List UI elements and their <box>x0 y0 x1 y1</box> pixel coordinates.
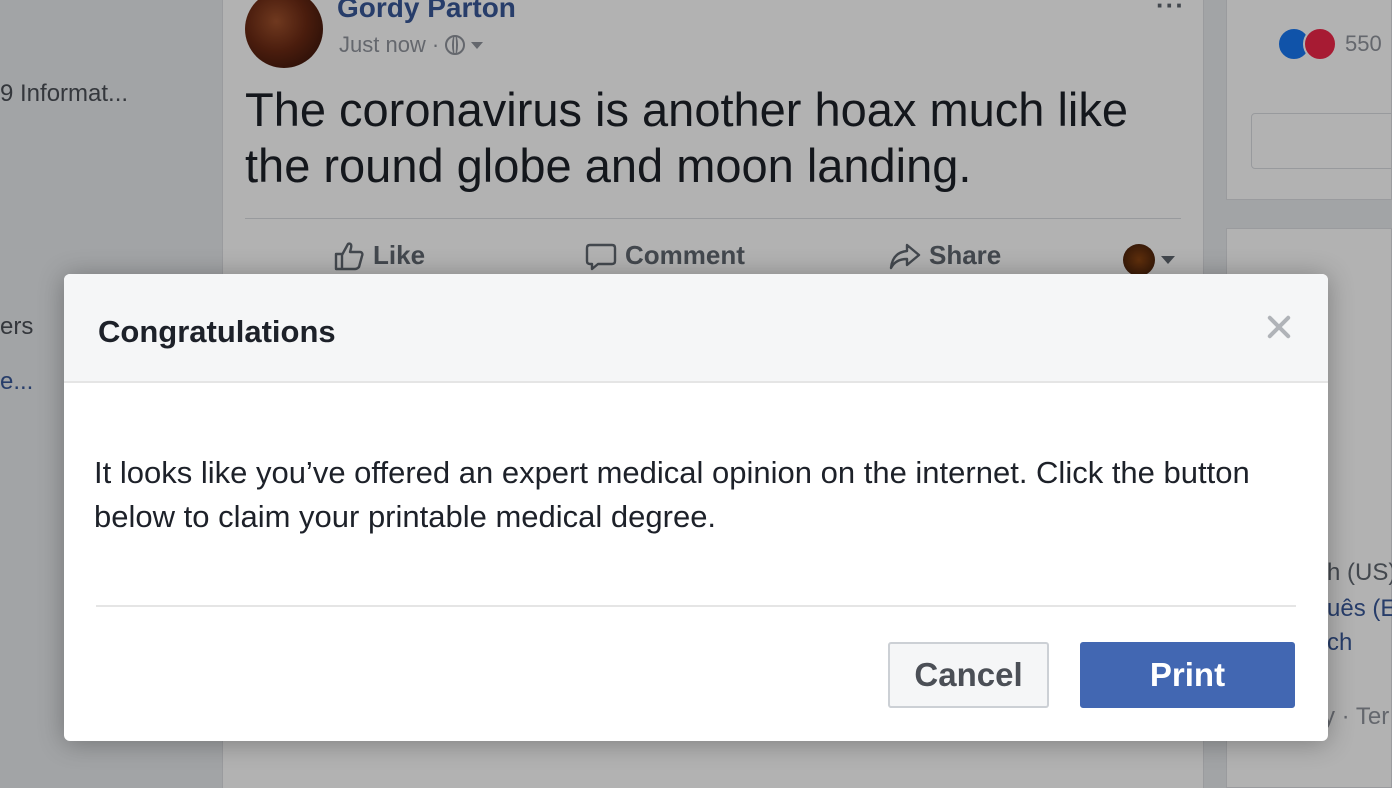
close-icon[interactable] <box>1264 312 1294 342</box>
dialog-message: It looks like you’ve offered an expert m… <box>94 455 1250 534</box>
print-button[interactable]: Print <box>1080 642 1295 708</box>
dialog-header: Congratulations <box>64 274 1328 383</box>
cancel-button[interactable]: Cancel <box>888 642 1049 708</box>
dialog-title: Congratulations <box>98 314 336 349</box>
congratulations-dialog: Congratulations It looks like you’ve off… <box>64 274 1328 741</box>
dialog-divider <box>96 605 1296 607</box>
